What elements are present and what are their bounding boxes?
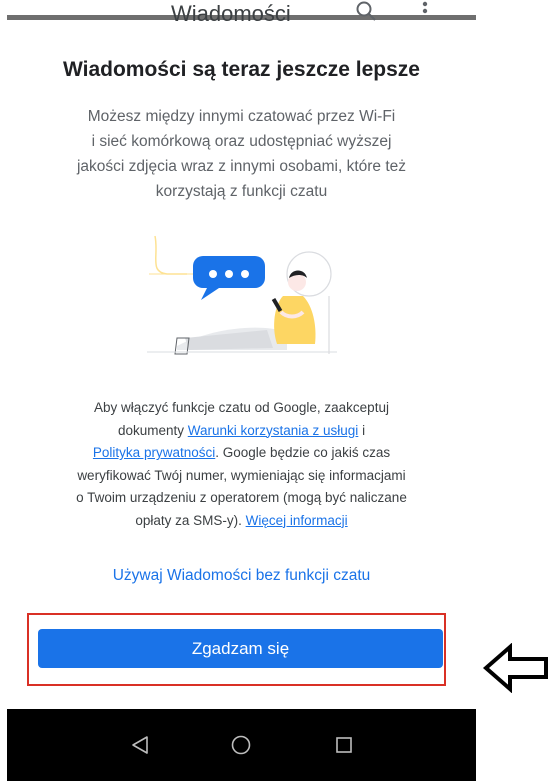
left-arrow-icon: [482, 643, 548, 693]
more-vert-icon[interactable]: [420, 0, 430, 22]
legal-part: opłaty za SMS-y).: [135, 512, 246, 528]
legal-line: opłaty za SMS-y). Więcej informacji: [7, 510, 476, 533]
messages-screen: Wiadomości Wiadomości są teraz jeszcze l…: [7, 0, 476, 781]
legal-part: Aby włączyć funkcje czatu od Google, zaa…: [94, 400, 389, 415]
app-bar: Wiadomości: [7, 0, 476, 26]
legal-line: weryfikować Twój numer, wymieniając się …: [7, 465, 476, 488]
legal-line: dokumenty Warunki korzystania z usługi i: [7, 420, 476, 443]
legal-part: weryfikować Twój numer, wymieniając się …: [77, 467, 406, 483]
body-line: jakości zdjęcia wraz z innymi osobami, k…: [76, 158, 407, 175]
system-navigation-bar: [7, 709, 476, 781]
legal-part: dokumenty: [117, 422, 188, 438]
more-info-link[interactable]: Więcej informacji: [246, 513, 348, 528]
chat-illustration: [147, 235, 337, 355]
legal-line: Polityka prywatności. Google będzie co j…: [7, 442, 476, 465]
dialog-body: Możesz między innymi czatować przez Wi-F…: [29, 104, 454, 204]
body-line: i sieć komórkową oraz udostępniać wyższe…: [91, 133, 392, 150]
legal-text: Aby włączyć funkcje czatu od Google, zaa…: [7, 397, 476, 532]
terms-link[interactable]: Warunki korzystania z usługi: [188, 423, 359, 438]
legal-line: Aby włączyć funkcje czatu od Google, zaa…: [7, 397, 476, 420]
use-without-chat-link[interactable]: Używaj Wiadomości bez funkcji czatu: [7, 567, 476, 585]
body-line: korzystają z funkcji czatu: [155, 183, 328, 200]
recents-button[interactable]: [309, 709, 379, 781]
legal-part: i: [358, 422, 366, 438]
agree-button[interactable]: Zgadzam się: [38, 629, 443, 668]
legal-line: o Twoim urządzeniu z operatorem (mogą by…: [7, 487, 476, 510]
legal-part: . Google będzie co jakiś czas: [215, 445, 391, 460]
body-line: Możesz między innymi czatować przez Wi-F…: [87, 108, 396, 125]
home-circle-icon: [231, 735, 251, 755]
home-button[interactable]: [206, 709, 276, 781]
dialog-title: Wiadomości są teraz jeszcze lepsze: [63, 58, 420, 81]
app-bar-title: Wiadomości: [171, 1, 291, 26]
legal-part: o Twoim urządzeniu z operatorem (mogą by…: [76, 490, 407, 505]
privacy-policy-link[interactable]: Polityka prywatności: [93, 445, 215, 460]
back-button[interactable]: [105, 709, 175, 781]
recents-square-icon: [336, 737, 352, 753]
back-triangle-icon: [132, 736, 148, 754]
search-icon[interactable]: [355, 0, 377, 22]
